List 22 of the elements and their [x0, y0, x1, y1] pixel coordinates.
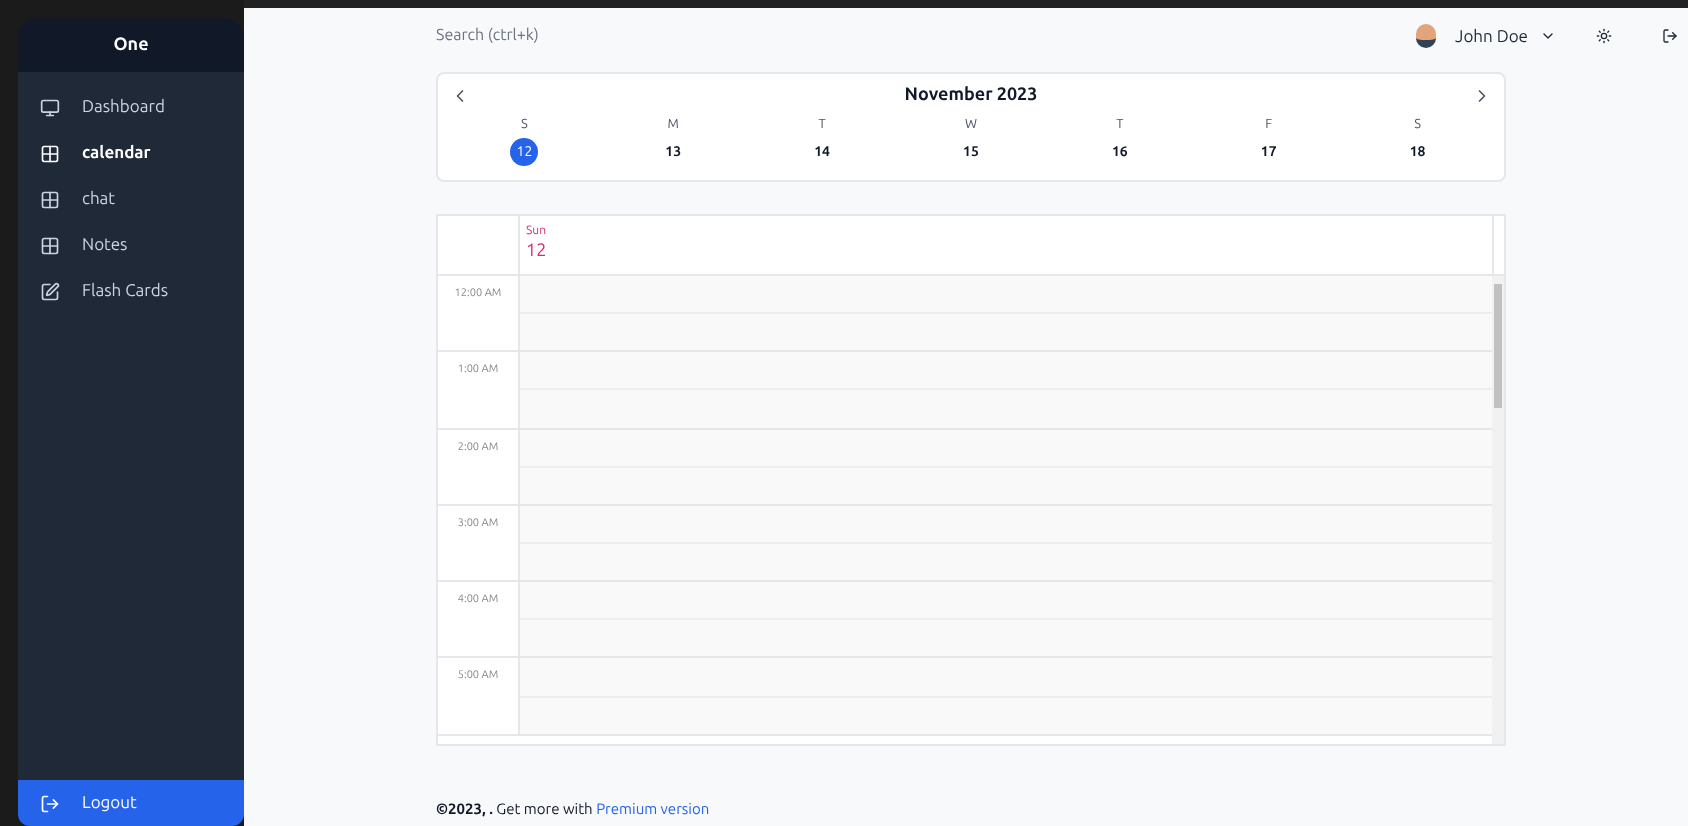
nav-item[interactable]: Notes [18, 222, 244, 268]
user-avatar [1415, 24, 1436, 48]
month-title: November 2023 [904, 82, 1038, 109]
search-field[interactable]: Search (ctrl+k) [436, 24, 736, 48]
nav-item[interactable]: calendar [18, 130, 244, 176]
nav-item[interactable]: chat [18, 176, 244, 222]
app-title: One [113, 31, 149, 58]
monitor-icon [40, 97, 60, 117]
user-name[interactable]: John Doe [1455, 23, 1528, 49]
caret-icon[interactable] [1540, 28, 1556, 44]
edit-icon [40, 281, 60, 301]
logout-icon [40, 793, 60, 813]
logout-icon[interactable] [1662, 28, 1678, 44]
nav-item[interactable]: Flash Cards [18, 268, 244, 314]
grid-icon [40, 235, 60, 255]
nav-item[interactable]: Dashboard [18, 84, 244, 130]
scrollbar[interactable] [1492, 276, 1504, 744]
grid-icon [40, 189, 60, 209]
grid-icon [40, 143, 60, 163]
day-number: 12 [526, 240, 549, 262]
theme-icon[interactable] [1596, 28, 1612, 44]
logout-button[interactable]: Logout [18, 780, 244, 826]
